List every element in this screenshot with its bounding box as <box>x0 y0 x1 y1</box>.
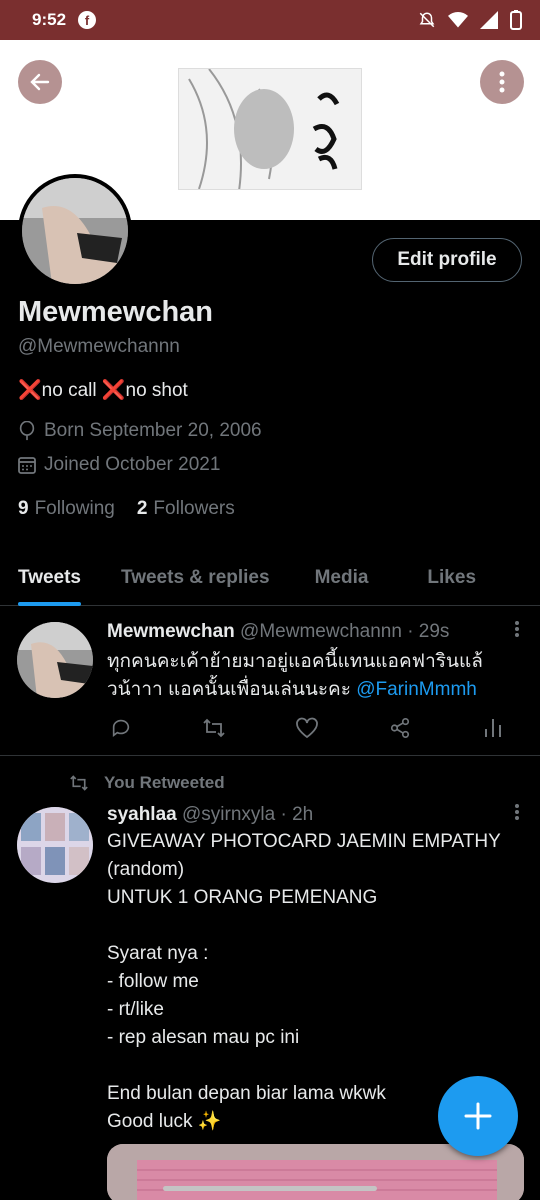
calendar-icon <box>18 457 36 474</box>
tab-tweets-replies[interactable]: Tweets & replies <box>121 550 270 606</box>
battery-icon <box>510 10 522 30</box>
retweet-icon <box>203 718 225 738</box>
tweet-text: ทุกคนคะเค้าย้ายมาอยู่แอคนี้แทนแอคฟารินแล… <box>107 648 527 704</box>
following-link[interactable]: 9 Following <box>18 498 115 520</box>
analytics-button[interactable] <box>479 714 507 742</box>
following-label: Following <box>34 498 115 519</box>
status-time: 9:52 <box>32 10 67 29</box>
signal-icon <box>480 11 498 29</box>
retweet-button[interactable] <box>200 714 228 742</box>
wifi-icon <box>448 12 468 28</box>
joined-text: Joined October 2021 <box>44 454 221 475</box>
tweet-author-handle: @syirnxyla <box>182 804 276 825</box>
reply-icon <box>112 719 130 737</box>
followers-count: 2 <box>136 498 148 519</box>
retweet-indicator-label: You Retweeted <box>104 773 225 792</box>
tweet-author-name[interactable]: Mewmewchan <box>107 621 235 642</box>
share-icon <box>390 718 410 738</box>
banner-image <box>178 68 362 190</box>
tweet-author-avatar[interactable] <box>17 622 93 698</box>
back-button[interactable] <box>18 60 62 104</box>
profile-display-name: Mewmewchan <box>18 296 213 328</box>
tweet-more-button[interactable] <box>514 620 520 643</box>
like-button[interactable] <box>293 714 321 742</box>
tweet-more-button[interactable] <box>514 803 520 826</box>
tweet-mention-link[interactable]: @FarinMmmh <box>356 679 477 700</box>
share-button[interactable] <box>386 714 414 742</box>
joined-row: Joined October 2021 <box>18 454 220 476</box>
bar-chart-icon <box>485 719 501 737</box>
tweet-time: · 2h <box>280 804 314 825</box>
more-options-button[interactable] <box>480 60 524 104</box>
followers-label: Followers <box>153 498 235 519</box>
status-bar: 9:52 f <box>0 0 540 40</box>
tweet-author-avatar[interactable] <box>17 807 93 883</box>
balloon-icon <box>19 421 35 441</box>
following-count: 9 <box>18 498 29 519</box>
tweet-actions <box>107 714 507 742</box>
tweet-header: Mewmewchan @Mewmewchannn · 29s <box>107 621 449 643</box>
arrow-left-icon <box>30 73 50 91</box>
profile-bio: ❌no call ❌no shot <box>18 380 188 401</box>
retweet-icon <box>70 775 88 791</box>
compose-tweet-button[interactable] <box>438 1076 518 1156</box>
status-icons <box>418 10 522 30</box>
tweet-author-name[interactable]: syahlaa <box>107 804 177 825</box>
do-not-disturb-icon <box>419 12 435 28</box>
birthdate-text: Born September 20, 2006 <box>44 420 262 441</box>
tweet-author-handle: @Mewmewchannn <box>240 621 402 642</box>
reply-button[interactable] <box>107 714 135 742</box>
tab-media[interactable]: Media <box>315 550 369 606</box>
profile-tabs: Tweets Tweets & replies Media Likes <box>0 550 540 606</box>
birthdate-row: Born September 20, 2006 <box>18 420 262 442</box>
tab-tweets[interactable]: Tweets <box>18 550 82 606</box>
retweet-indicator: You Retweeted <box>68 773 225 793</box>
tweet-header: syahlaa @syirnxyla · 2h <box>107 804 313 826</box>
follow-stats: 9 Following 2 Followers <box>18 498 235 520</box>
tab-likes[interactable]: Likes <box>427 550 476 606</box>
plus-icon <box>464 1102 492 1130</box>
heart-icon <box>296 717 318 739</box>
profile-avatar[interactable] <box>18 174 132 288</box>
more-vertical-icon <box>515 804 519 820</box>
facebook-notification-icon: f <box>78 11 97 29</box>
followers-link[interactable]: 2 Followers <box>137 498 235 520</box>
tweet[interactable]: Mewmewchan @Mewmewchannn · 29s ทุกคนคะเค… <box>0 606 540 756</box>
tweet-time: · 29s <box>407 621 450 642</box>
more-vertical-icon <box>499 71 505 93</box>
profile-handle: @Mewmewchannn <box>18 336 180 357</box>
more-vertical-icon <box>515 621 519 637</box>
gesture-nav-bar[interactable] <box>163 1186 377 1191</box>
edit-profile-button[interactable]: Edit profile <box>372 238 522 282</box>
